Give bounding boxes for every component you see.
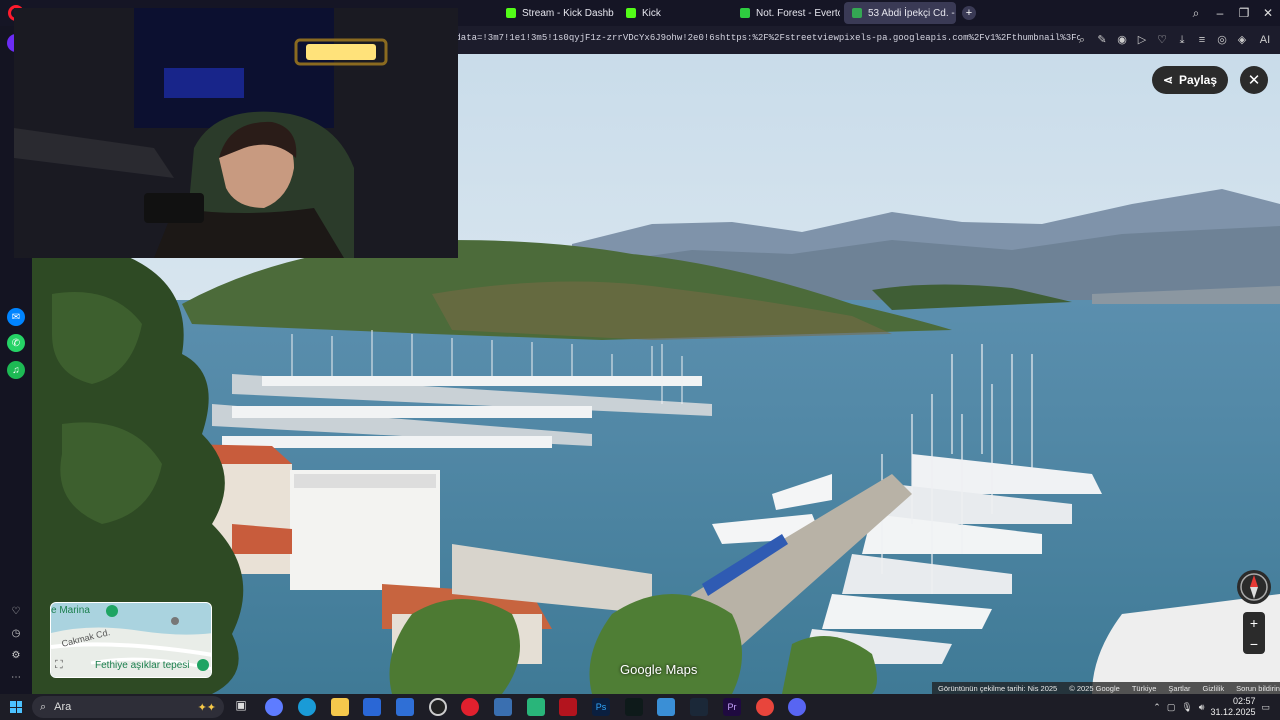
capture-date: Görüntünün çekilme tarihi: Nis 2025 [938,683,1058,693]
discord-icon[interactable] [788,698,806,716]
tab-kick[interactable]: Kick [618,2,728,24]
notification-icon[interactable]: ▭ [1261,702,1270,713]
google-maps-logo: Google Maps [620,662,698,677]
system-tray: ⌃ ▢ 🎙︎ 🔊︎ 02:57 31.12.2025 ▭ [1153,694,1270,720]
ai-button[interactable]: AI [1254,30,1276,50]
search-highlight-icon: ✦✦ [197,701,216,714]
url-field[interactable]: /data=!3m7!1e1!3m5!1s0qyjF1z-zrrVDcYx6J9… [450,33,1080,43]
chrome-icon[interactable] [756,698,774,716]
attribution-bar: Görüntünün çekilme tarihi: Nis 2025 © 20… [932,682,1280,694]
more-icon[interactable]: ⋯ [7,668,25,686]
tab-label: 53 Abdi İpekçi Cd. - Goog [868,7,956,19]
kick-icon [506,8,516,18]
tab-label: Not. Forest - Everton | İdd [756,7,840,19]
minimize-icon[interactable]: – [1208,6,1232,20]
messenger-icon[interactable]: ✉ [7,308,25,326]
heart-icon[interactable]: ♡ [1154,30,1170,50]
mail-icon[interactable] [396,698,414,716]
copyright: © 2025 Google [1069,683,1120,693]
map-label-marina: e Marina [51,605,90,616]
clock-date: 31.12.2025 [1210,707,1256,717]
country-link[interactable]: Türkiye [1132,684,1157,693]
terminal-icon[interactable] [625,698,643,716]
file-explorer-icon[interactable] [331,698,349,716]
search-icon: ⌕ [40,700,47,713]
cube-icon[interactable]: ◈ [1234,30,1250,50]
compass-button[interactable] [1237,570,1271,604]
google-maps-icon [852,8,862,18]
mini-map[interactable]: e Marina Cakmak Cd. Fethiye aşıklar tepe… [50,602,212,678]
menu-icon[interactable]: ≡ [1194,30,1210,50]
tab-google-maps[interactable]: 53 Abdi İpekçi Cd. - Goog [844,2,956,24]
copilot-icon[interactable] [265,698,283,716]
tab-forest-everton[interactable]: Not. Forest - Everton | İdd [732,2,840,24]
tab-label: Kick [642,7,661,19]
edit-icon[interactable]: ✎ [1094,30,1110,50]
tray-app-icon[interactable]: ▢ [1167,702,1176,713]
microphone-icon[interactable]: 🎙︎ [1181,702,1192,713]
close-streetview-button[interactable]: ✕ [1240,66,1268,94]
steam-icon[interactable] [690,698,708,716]
search-label: Ara [54,701,72,713]
zoom-in-button[interactable]: + [1250,615,1258,631]
terms-link[interactable]: Şartlar [1168,684,1190,693]
kick-icon [626,8,636,18]
marina-pin-icon [106,605,118,617]
share-icon: ⋖ [1162,73,1173,87]
clock[interactable]: 02:57 31.12.2025 [1210,696,1255,718]
maximize-icon[interactable]: ❐ [1232,6,1256,20]
privacy-link[interactable]: Gizlilik [1203,684,1225,693]
share-button[interactable]: ⋖ Paylaş [1152,66,1228,94]
riot-icon[interactable] [559,698,577,716]
expand-map-icon[interactable]: ⛶ [55,659,63,672]
tray-chevron-icon[interactable]: ⌃ [1153,702,1161,713]
edge-icon[interactable] [298,698,316,716]
opera-gx-icon[interactable] [461,698,479,716]
whatsapp-icon[interactable]: ✆ [7,334,25,352]
close-window-icon[interactable]: ✕ [1256,6,1280,20]
photos-icon[interactable] [657,698,675,716]
window-controls: ⌕ – ❐ ✕ [1184,0,1280,26]
address-bar-icons: ⌕ ✎ ◉ ▷ ♡ ⤓ ≡ ◎ ◈ AI [1074,30,1276,50]
download-icon[interactable]: ⤓ [1174,30,1190,50]
report-problem-link[interactable]: Sorun bildirin [1236,684,1280,693]
windows-taskbar: ⌕ Ara ✦✦ ▣ Ps Pr ⌃ ▢ 🎙︎ 🔊︎ 02:57 31.12.2… [0,694,1280,720]
clock-time: 02:57 [1232,696,1256,706]
search-tabs-icon[interactable]: ⌕ [1184,6,1208,21]
zoom-controls: + − [1243,612,1265,654]
profile-icon[interactable]: ◎ [1214,30,1230,50]
place-pin-icon [197,659,209,671]
play-icon[interactable]: ▷ [1134,30,1150,50]
store-icon[interactable] [363,698,381,716]
premiere-icon[interactable]: Pr [723,698,741,716]
webcam-overlay [14,8,458,258]
photoshop-icon[interactable]: Ps [592,698,610,716]
share-label: Paylaş [1179,73,1218,87]
tab-kick-dashboard[interactable]: Stream - Kick Dashboard [498,2,614,24]
zoom-out-button[interactable]: − [1250,636,1258,652]
app-icon[interactable] [527,698,545,716]
new-tab-plus-icon[interactable]: + [962,6,976,20]
taskbar-search-box[interactable]: ⌕ Ara ✦✦ [32,696,224,718]
map-label-place: Fethiye aşıklar tepesi [95,660,190,671]
volume-icon[interactable]: 🔊︎ [1199,702,1205,713]
game-launcher-icon[interactable] [494,698,512,716]
close-icon: ✕ [1247,72,1261,89]
heart-icon[interactable]: ♡ [7,602,25,620]
tab-label: Stream - Kick Dashboard [522,7,614,19]
zoom-icon[interactable]: ⌕ [1074,30,1090,50]
camera-icon[interactable]: ◉ [1114,30,1130,50]
settings-gear-icon[interactable]: ⚙ [7,646,25,664]
iddaa-icon [740,8,750,18]
compass-icon [1240,573,1268,601]
obs-icon[interactable] [429,698,447,716]
start-windows-icon[interactable] [10,701,22,713]
webcam-feed-image [14,8,458,258]
screen: Stream - Kick Dashboard Kick Not. Forest… [0,0,1280,720]
spotify-icon[interactable]: ♫ [7,361,25,379]
history-icon[interactable]: ◷ [7,624,25,642]
task-view-icon[interactable]: ▣ [232,698,250,716]
